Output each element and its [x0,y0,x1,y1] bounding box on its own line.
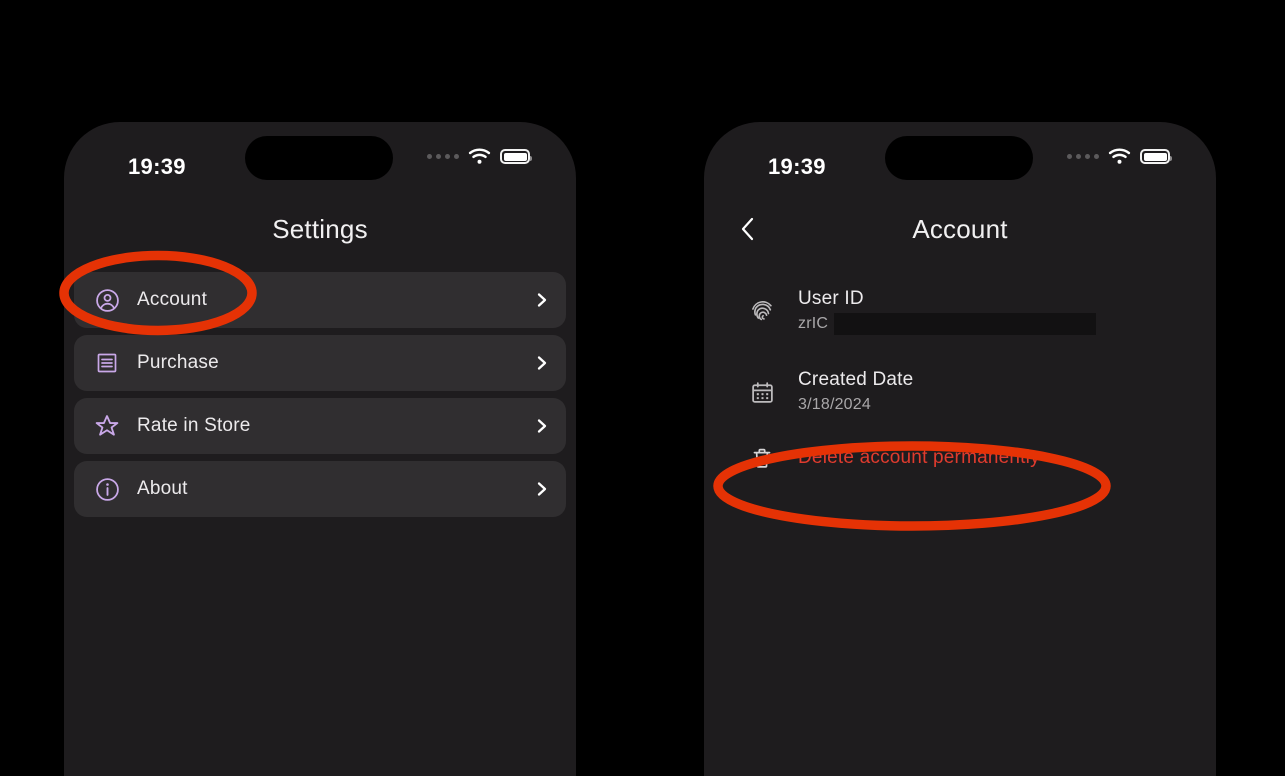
battery-full-icon [1140,149,1172,164]
sidebar-item-rate-in-store[interactable]: Rate in Store [74,398,566,454]
detail-row-value: zrIC [798,313,1096,335]
sidebar-item-label: Rate in Store [137,415,251,436]
sidebar-item-label: About [137,478,188,499]
calendar-icon [748,378,776,406]
status-bar-indicators [1067,148,1172,165]
status-bar: 19:39 [704,122,1216,194]
detail-row-body: User ID zrIC [798,288,1096,335]
phone-settings-screen: 19:39 Settings Account Purchase Rate in … [64,122,576,776]
fingerprint-icon [748,297,776,325]
chevron-right-icon [537,482,547,496]
chevron-right-icon [537,419,547,433]
nav-bar: Settings [64,194,576,264]
chevron-right-icon [537,356,547,370]
person-circle-icon [94,287,120,313]
detail-row-user-id: User ID zrIC [704,288,1216,335]
screenshot-canvas: 19:39 Settings Account Purchase Rate in … [0,0,1285,776]
status-bar-clock: 19:39 [128,154,186,179]
page-title: Account [912,213,1008,244]
back-button[interactable] [728,209,768,249]
detail-row-title: User ID [798,288,864,309]
detail-row-title: Created Date [798,369,914,390]
delete-account-label: Delete account permanently [798,447,1040,468]
wifi-icon [1108,148,1131,164]
chevron-right-icon [537,293,547,307]
detail-row-value: 3/18/2024 [798,396,871,413]
wifi-icon [468,148,491,164]
phone-account-screen: 19:39 Account User ID zrIC Created Date … [704,122,1216,776]
sidebar-item-purchase[interactable]: Purchase [74,335,566,391]
sidebar-item-about[interactable]: About [74,461,566,517]
user-id-value: zrIC [798,315,829,332]
receipt-icon [94,350,120,376]
delete-account-button[interactable]: Delete account permanently [704,444,1216,472]
page-title: Settings [272,213,368,244]
battery-full-icon [500,149,532,164]
info-circle-icon [94,476,120,502]
sidebar-item-label: Purchase [137,352,219,373]
sidebar-item-label: Account [137,289,208,310]
cellular-dots-icon [427,154,459,159]
redaction-bar [834,313,1096,335]
status-bar-indicators [427,148,532,165]
dynamic-island [245,136,393,180]
star-icon [94,413,120,439]
cellular-dots-icon [1067,154,1099,159]
nav-bar: Account [704,194,1216,264]
detail-row-body: Created Date 3/18/2024 [798,369,913,414]
trash-icon [748,444,776,472]
status-bar-clock: 19:39 [768,154,826,179]
chevron-left-icon [741,217,754,241]
settings-list: Account Purchase Rate in Store About [64,272,576,517]
status-bar: 19:39 [64,122,576,194]
account-detail-list: User ID zrIC Created Date 3/18/2024 Dele… [704,264,1216,472]
detail-row-created-date: Created Date 3/18/2024 [704,369,1216,414]
sidebar-item-account[interactable]: Account [74,272,566,328]
dynamic-island [885,136,1033,180]
